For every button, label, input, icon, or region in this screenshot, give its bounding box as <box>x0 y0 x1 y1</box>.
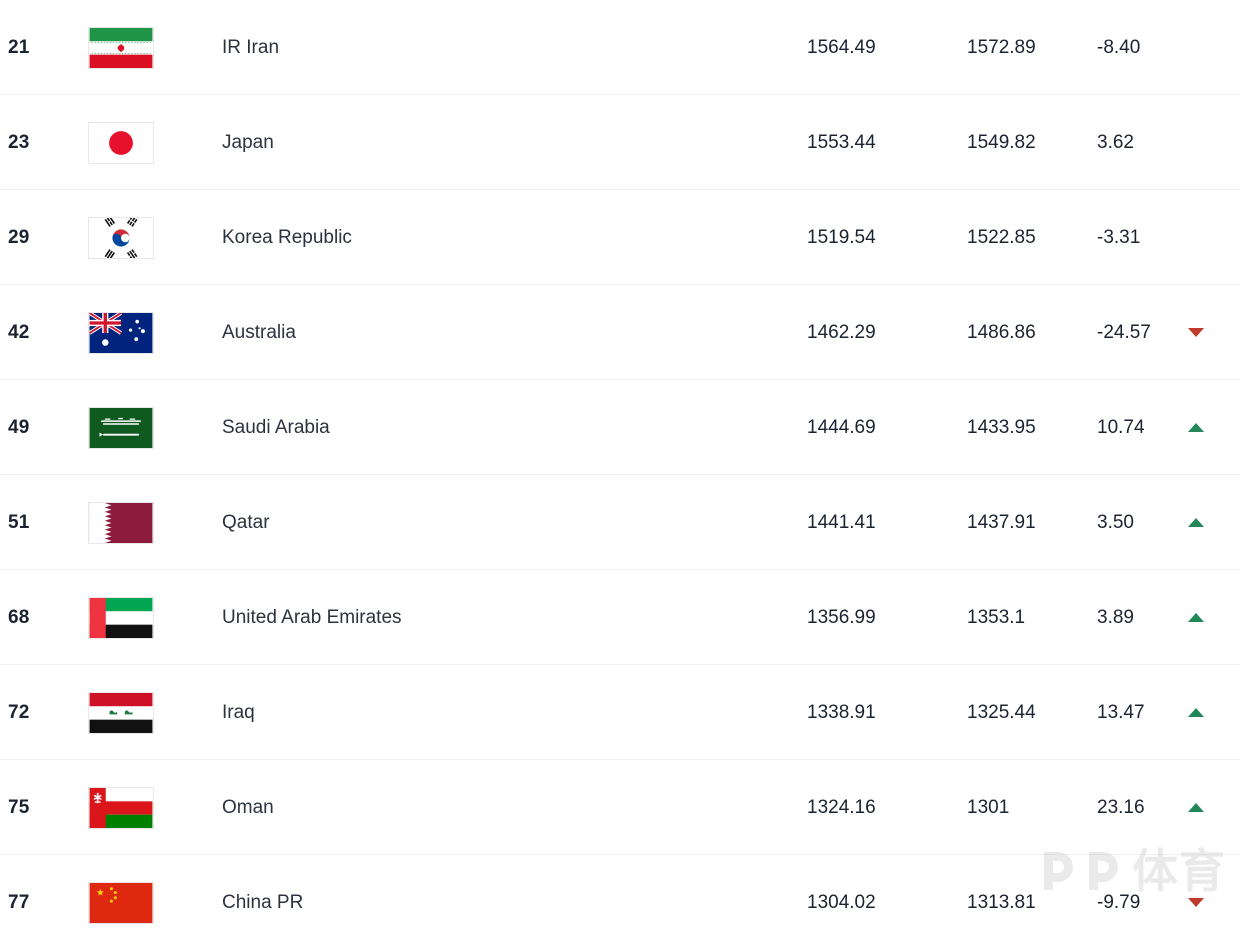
trend-cell <box>1188 0 1228 95</box>
china-pr-flag <box>88 881 154 924</box>
team-name-cell[interactable]: Korea Republic <box>222 190 782 285</box>
qatar-flag <box>88 501 154 544</box>
previous-points-cell: 1522.85 <box>967 226 1036 248</box>
previous-points-cell: 1325.44 <box>967 701 1036 723</box>
trend-cell <box>1188 190 1228 285</box>
table-row[interactable]: 23 Japan 1553.44 1549.82 3.62 <box>0 95 1240 190</box>
flag-cell <box>88 855 160 950</box>
total-points-cell: 1519.54 <box>807 226 876 248</box>
trend-up-icon <box>1188 708 1204 717</box>
trend-cell <box>1188 760 1228 855</box>
team-name-cell[interactable]: Iraq <box>222 665 782 760</box>
table-row[interactable]: 29 Korea Republic 1519.54 1522.85 -3.31 <box>0 190 1240 285</box>
table-row[interactable]: 68 United Arab Emirates 1356.99 1353.1 3… <box>0 570 1240 665</box>
trend-up-icon <box>1188 518 1204 527</box>
points-change-cell: -3.31 <box>1097 226 1141 248</box>
rank-cell: 77 <box>8 891 30 913</box>
points-change-cell: -8.40 <box>1097 36 1141 58</box>
trend-up-icon <box>1188 423 1204 432</box>
points-change-cell: 10.74 <box>1097 416 1145 438</box>
flag-cell <box>88 190 160 285</box>
table-row[interactable]: 72 Iraq 1338.91 1325.44 13.47 <box>0 665 1240 760</box>
previous-points-cell: 1433.95 <box>967 416 1036 438</box>
rank-cell: 51 <box>8 511 30 533</box>
total-points-cell: 1553.44 <box>807 131 876 153</box>
flag-cell <box>88 380 160 475</box>
total-points-cell: 1564.49 <box>807 36 876 58</box>
flag-cell <box>88 95 160 190</box>
table-row[interactable]: 21 IR Iran 1564.49 1572.89 -8.40 <box>0 0 1240 95</box>
rank-cell: 21 <box>8 36 30 58</box>
flag-cell <box>88 760 160 855</box>
trend-cell <box>1188 475 1228 570</box>
trend-down-icon <box>1188 328 1204 337</box>
oman-flag <box>88 786 154 829</box>
previous-points-cell: 1486.86 <box>967 321 1036 343</box>
points-change-cell: 3.89 <box>1097 606 1134 628</box>
points-change-cell: -24.57 <box>1097 321 1151 343</box>
flag-cell <box>88 570 160 665</box>
points-change-cell: 13.47 <box>1097 701 1145 723</box>
trend-down-icon <box>1188 898 1204 907</box>
flag-cell <box>88 0 160 95</box>
points-change-cell: 3.62 <box>1097 131 1134 153</box>
korea-republic-flag <box>88 216 154 259</box>
japan-flag <box>88 121 154 164</box>
trend-cell <box>1188 570 1228 665</box>
total-points-cell: 1441.41 <box>807 511 876 533</box>
team-name-cell[interactable]: Japan <box>222 95 782 190</box>
previous-points-cell: 1549.82 <box>967 131 1036 153</box>
total-points-cell: 1338.91 <box>807 701 876 723</box>
table-row[interactable]: 42 Australia 1462.29 1486.86 -24.57 <box>0 285 1240 380</box>
team-name-cell[interactable]: Oman <box>222 760 782 855</box>
rank-cell: 49 <box>8 416 30 438</box>
australia-flag <box>88 311 154 354</box>
team-name-cell[interactable]: IR Iran <box>222 0 782 95</box>
previous-points-cell: 1572.89 <box>967 36 1036 58</box>
trend-cell <box>1188 285 1228 380</box>
previous-points-cell: 1353.1 <box>967 606 1026 628</box>
previous-points-cell: 1437.91 <box>967 511 1036 533</box>
flag-cell <box>88 665 160 760</box>
previous-points-cell: 1313.81 <box>967 891 1036 913</box>
team-name-cell[interactable]: Qatar <box>222 475 782 570</box>
team-name-cell[interactable]: Australia <box>222 285 782 380</box>
points-change-cell: 23.16 <box>1097 796 1145 818</box>
table-row[interactable]: 51 Qatar 1441.41 1437.91 3.50 <box>0 475 1240 570</box>
rank-cell: 23 <box>8 131 30 153</box>
flag-cell <box>88 475 160 570</box>
total-points-cell: 1444.69 <box>807 416 876 438</box>
trend-cell <box>1188 665 1228 760</box>
team-name-cell[interactable]: Saudi Arabia <box>222 380 782 475</box>
table-row[interactable]: 77 China PR 1304.02 1313.81 -9.79 <box>0 855 1240 950</box>
total-points-cell: 1304.02 <box>807 891 876 913</box>
rank-cell: 75 <box>8 796 30 818</box>
table-row[interactable]: 75 Oman 1324.16 1301 23.16 <box>0 760 1240 855</box>
previous-points-cell: 1301 <box>967 796 1010 818</box>
total-points-cell: 1356.99 <box>807 606 876 628</box>
points-change-cell: 3.50 <box>1097 511 1134 533</box>
iraq-flag <box>88 691 154 734</box>
trend-up-icon <box>1188 613 1204 622</box>
united-arab-emirates-flag <box>88 596 154 639</box>
team-name-cell[interactable]: United Arab Emirates <box>222 570 782 665</box>
ranking-table: 21 IR Iran 1564.49 1572.89 -8.40 23 Japa… <box>0 0 1240 928</box>
trend-cell <box>1188 855 1228 950</box>
trend-cell <box>1188 95 1228 190</box>
total-points-cell: 1462.29 <box>807 321 876 343</box>
rank-cell: 29 <box>8 226 30 248</box>
saudi-arabia-flag <box>88 406 154 449</box>
rank-cell: 42 <box>8 321 30 343</box>
table-row[interactable]: 49 Saudi Arabia 1444.69 1433.95 10.74 <box>0 380 1240 475</box>
points-change-cell: -9.79 <box>1097 891 1141 913</box>
trend-up-icon <box>1188 803 1204 812</box>
rank-cell: 68 <box>8 606 30 628</box>
rank-cell: 72 <box>8 701 30 723</box>
ir-iran-flag <box>88 26 154 69</box>
flag-cell <box>88 285 160 380</box>
total-points-cell: 1324.16 <box>807 796 876 818</box>
trend-cell <box>1188 380 1228 475</box>
team-name-cell[interactable]: China PR <box>222 855 782 950</box>
